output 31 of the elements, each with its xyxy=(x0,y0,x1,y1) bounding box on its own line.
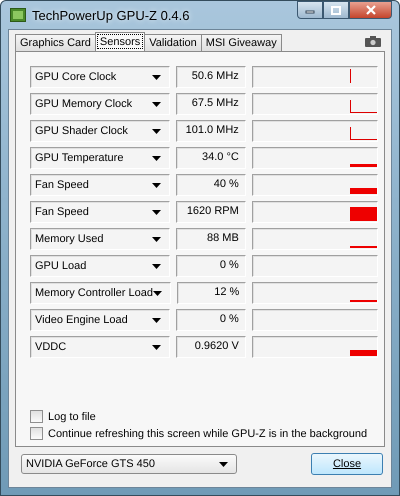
sensor-reading: 0.9620 V xyxy=(176,336,246,358)
tab[interactable]: Sensors xyxy=(94,32,146,51)
sensor-reading: 101.0 MHz xyxy=(176,120,246,142)
sensor-reading: 12 % xyxy=(177,282,246,304)
sensor-reading: 0 % xyxy=(176,255,246,277)
checkbox-label: Continue refreshing this screen while GPU-Z is in the background xyxy=(48,428,368,440)
sensor-reading: 50.6 MHz xyxy=(176,66,246,88)
sensor-name-dropdown[interactable]: Memory Used xyxy=(30,228,170,250)
sensor-reading: 40 % xyxy=(176,174,246,196)
sensor-name-dropdown[interactable]: GPU Temperature xyxy=(30,147,170,169)
tab[interactable]: MSI Giveaway xyxy=(200,34,282,51)
sensor-name-dropdown[interactable]: GPU Shader Clock xyxy=(30,120,170,142)
sensor-name-dropdown[interactable]: VDDC xyxy=(30,336,170,358)
close-dialog-button[interactable]: Close xyxy=(311,453,383,475)
sensor-reading: 34.0 °C xyxy=(176,147,246,169)
sensor-name-dropdown[interactable]: GPU Core Clock xyxy=(30,66,170,88)
tab[interactable]: Graphics Card xyxy=(15,34,96,51)
sensor-name-dropdown[interactable]: GPU Memory Clock xyxy=(30,93,170,115)
sensor-reading: 1620 RPM xyxy=(176,201,246,223)
sensor-name-dropdown[interactable]: Fan Speed xyxy=(30,201,170,223)
sensor-name-dropdown[interactable]: Fan Speed xyxy=(30,174,170,196)
sensor-reading: 0 % xyxy=(176,309,246,331)
gpu-dropdown[interactable]: NVIDIA GeForce GTS 450 xyxy=(21,454,237,474)
window-title: TechPowerUp GPU-Z 0.4.6 xyxy=(32,8,190,22)
sensor-reading: 88 MB xyxy=(176,228,246,250)
sensor-name-dropdown[interactable]: Video Engine Load xyxy=(30,309,170,331)
sensor-name-dropdown[interactable]: Memory Controller Load xyxy=(30,282,171,304)
checkbox-label: Log to file xyxy=(48,410,96,422)
sensor-name-dropdown[interactable]: GPU Load xyxy=(30,255,170,277)
sensor-reading: 67.5 MHz xyxy=(176,93,246,115)
tab[interactable]: Validation xyxy=(144,34,202,51)
